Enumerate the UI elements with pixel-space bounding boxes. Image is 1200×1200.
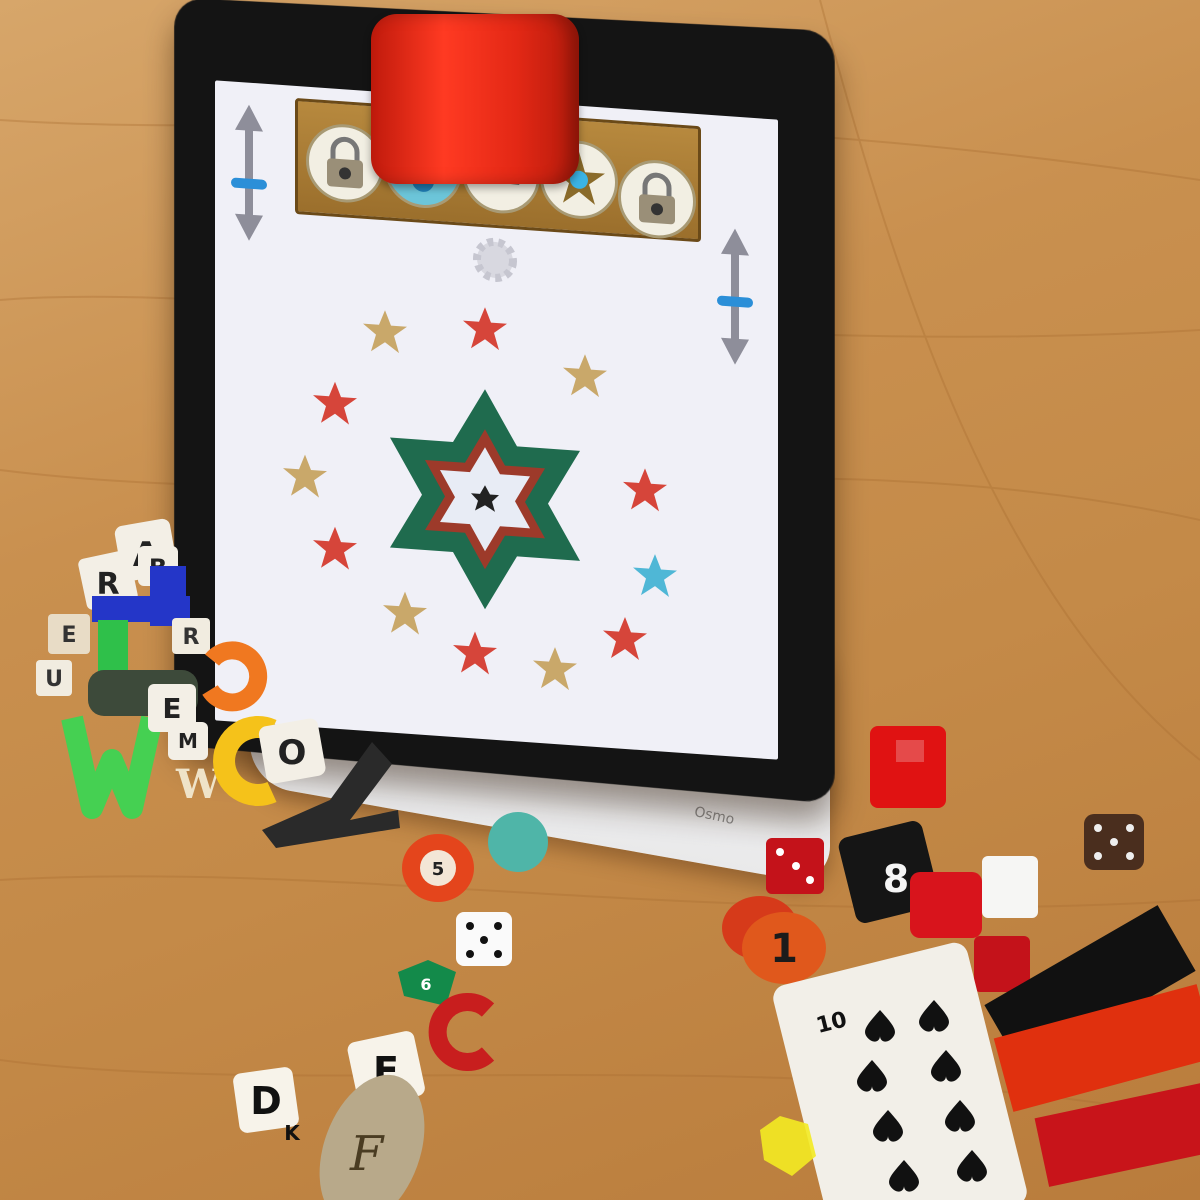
cube-letter-k: K [284, 1121, 301, 1145]
red-die-large [910, 872, 982, 938]
tile-e: E [48, 614, 90, 654]
checker-number-1: 1 [770, 926, 798, 972]
tile-letter-r: R [183, 625, 200, 650]
orange-letter-e [202, 641, 268, 712]
cube-letter-e: E [162, 692, 181, 725]
red-checker-5: 5 [402, 834, 474, 902]
checker-number-5: 5 [432, 859, 445, 880]
yellow-d10 [760, 1116, 816, 1176]
cube-letter-d: D [250, 1079, 282, 1123]
green-letter-w [61, 715, 163, 819]
orange-checker-1: 1 [722, 896, 826, 984]
letter-cube-m: M [168, 722, 208, 760]
tile-r: R [172, 618, 210, 654]
d8-number: 6 [420, 975, 431, 994]
cube-letter-o: O [278, 733, 307, 773]
letter-cube-o: O [258, 718, 326, 784]
red-letter-c [428, 993, 495, 1071]
brown-die [1084, 814, 1144, 870]
game-pieces: A R B U E R E M W O 5 [36, 518, 1200, 1200]
tile-number-8: 8 [883, 857, 909, 901]
red-die-small [766, 838, 824, 894]
white-die [456, 912, 512, 966]
cube-letter-m: M [178, 729, 198, 753]
tile-letter-e: E [61, 623, 76, 648]
tile-letter-u: U [45, 667, 63, 692]
tag-letter-f: F [349, 1126, 385, 1182]
tile-u: U [36, 660, 72, 696]
red-die-lower [974, 936, 1030, 992]
teal-ball [488, 812, 548, 872]
letter-cube-d: D K [233, 1067, 301, 1145]
white-cube [982, 856, 1038, 918]
red-block [870, 726, 946, 808]
